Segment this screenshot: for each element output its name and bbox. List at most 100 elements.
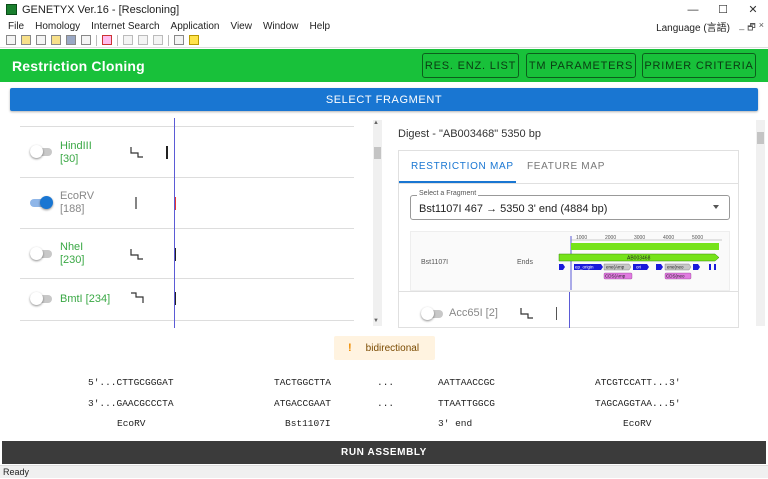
print-preview-icon[interactable] <box>81 35 91 45</box>
save-icon[interactable] <box>66 35 76 45</box>
menu-bar: File Homology Internet Search Applicatio… <box>0 19 768 34</box>
seq-label: EcoRV <box>117 418 146 429</box>
bidirectional-notice: ! bidirectional <box>334 336 435 360</box>
enzyme-list: HindIII [30] EcoRV [188] NheI [230] BmtI [2… <box>10 118 354 326</box>
run-assembly-button[interactable]: RUN ASSEMBLY <box>2 441 766 464</box>
seq-bottom-gap: ... <box>377 398 395 409</box>
language-menu[interactable]: Language (言語) <box>656 19 730 34</box>
tm-parameters-button[interactable]: TM PARAMETERS <box>526 53 636 78</box>
map-ends-label: Ends <box>517 259 533 266</box>
folder-icon[interactable] <box>36 35 46 45</box>
primer-criteria-button[interactable]: PRIMER CRITERIA <box>642 53 756 78</box>
menu-file[interactable]: File <box>8 21 24 32</box>
toolbar <box>0 33 768 48</box>
menu-view[interactable]: View <box>230 21 252 32</box>
warning-icon: ! <box>348 342 352 354</box>
toggle-knob <box>30 292 43 305</box>
print-icon[interactable] <box>174 35 184 45</box>
open-icon[interactable] <box>21 35 31 45</box>
paste-icon[interactable] <box>153 35 163 45</box>
map-tick-label: 3000 <box>634 235 645 241</box>
toolbar-divider <box>168 34 169 46</box>
seq-top-left: 5'...CTTGCGGGAT <box>88 377 174 388</box>
list-icon[interactable] <box>102 35 112 45</box>
enzyme-toggle[interactable] <box>30 145 52 158</box>
fragment-select-value: Bst1107I 467 → 5350 3' end (4884 bp) <box>419 203 608 215</box>
select-fragment-button[interactable]: SELECT FRAGMENT <box>10 88 758 111</box>
chevron-down-icon <box>713 205 719 209</box>
fragment-select[interactable]: Select a Fragment Bst1107I 467 → 5350 3'… <box>410 190 730 220</box>
map-sequence-label: AB003468 <box>627 256 651 262</box>
toggle-knob <box>30 247 43 260</box>
enzyme-name: EcoRV [188] <box>60 190 95 215</box>
tab-restriction-map[interactable]: RESTRICTION MAP <box>411 161 514 172</box>
enzyme-name: Acc65I [2] <box>449 307 498 319</box>
enzyme-row-ecorv: EcoRV [188] <box>20 178 354 229</box>
feature-mark <box>714 264 716 270</box>
enzyme-name: HindIII [30] <box>60 140 92 165</box>
blunt-cut-icon <box>135 197 137 209</box>
right-scrollbar-thumb[interactable] <box>757 132 764 144</box>
fragment-select-label: Select a Fragment <box>417 190 479 197</box>
feature-arrow <box>656 264 663 270</box>
res-enz-list-button[interactable]: RES. ENZ. LIST <box>422 53 519 78</box>
feature-mark <box>709 264 711 270</box>
seq-top-mid2: AATTAACCGC <box>438 377 496 388</box>
sticky-cut-icon <box>130 147 143 158</box>
cut-icon[interactable] <box>123 35 133 45</box>
tab-feature-map[interactable]: FEATURE MAP <box>527 161 605 172</box>
new-icon[interactable] <box>6 35 16 45</box>
seq-label: 3' end <box>438 418 473 429</box>
enzyme-row-nhei: NheI [230] <box>20 229 354 279</box>
page-title: Restriction Cloning <box>12 57 145 74</box>
maximize-button[interactable]: ☐ <box>708 0 738 19</box>
seq-label: EcoRV <box>623 418 652 429</box>
feature-label: ep_origin <box>575 265 594 270</box>
sticky-cut-icon <box>520 308 533 319</box>
enzyme-row-hindiii: HindIII [30] <box>20 127 354 178</box>
title-bar: GENETYX Ver.16 - [Rescloning] — ☐ ✕ <box>0 0 768 19</box>
enzyme-toggle[interactable] <box>421 307 443 320</box>
list-item <box>20 118 354 127</box>
seq-bottom-left: 3'...GAACGCCCTA <box>88 398 174 409</box>
left-scrollbar-thumb[interactable] <box>374 147 381 159</box>
cut-site-marker <box>166 146 168 159</box>
toolbar-divider <box>117 34 118 46</box>
sticky-cut-icon <box>130 249 143 260</box>
sticky-cut-icon <box>131 292 144 303</box>
help-icon[interactable] <box>189 35 199 45</box>
menu-application[interactable]: Application <box>171 21 220 32</box>
copy-icon[interactable] <box>138 35 148 45</box>
minimize-button[interactable]: — <box>678 0 708 19</box>
feature-label: ene(neo <box>667 265 684 270</box>
map-graphic: 1000 2000 3000 4000 5000 AB003468 ep_ori… <box>558 235 722 290</box>
menu-homology[interactable]: Homology <box>35 21 80 32</box>
cut-site-marker <box>556 307 557 320</box>
enzyme-name: NheI [230] <box>60 241 85 266</box>
toolbar-divider <box>96 34 97 46</box>
position-line <box>174 118 175 328</box>
scroll-up-icon[interactable]: ▲ <box>373 120 379 126</box>
map-enzyme-label: Bst1107I <box>421 259 449 266</box>
app-header: Restriction Cloning RES. ENZ. LIST TM PA… <box>0 49 768 82</box>
menu-internet-search[interactable]: Internet Search <box>91 21 159 32</box>
feature-label: ori <box>636 265 641 270</box>
position-line <box>569 292 570 328</box>
window-title: GENETYX Ver.16 - [Rescloning] <box>22 3 180 16</box>
right-scrollbar[interactable] <box>756 120 765 326</box>
menu-help[interactable]: Help <box>310 21 331 32</box>
close-button[interactable]: ✕ <box>738 0 768 19</box>
notice-text: bidirectional <box>365 342 420 354</box>
open-folder-icon[interactable] <box>51 35 61 45</box>
scroll-down-icon[interactable]: ▼ <box>373 318 379 324</box>
enzyme-toggle[interactable] <box>30 292 52 305</box>
seq-bottom-right: TAGCAGGTAA...5' <box>595 398 681 409</box>
menu-window[interactable]: Window <box>263 21 299 32</box>
enzyme-toggle[interactable] <box>30 247 52 260</box>
selected-fragment-bar <box>571 243 719 250</box>
enzyme-row-bmti: BmtI [234] <box>20 279 354 321</box>
toggle-knob <box>421 307 434 320</box>
feature-label: CDS(neo <box>666 274 685 279</box>
enzyme-toggle[interactable] <box>30 196 53 209</box>
seq-top-gap: ... <box>377 377 395 388</box>
